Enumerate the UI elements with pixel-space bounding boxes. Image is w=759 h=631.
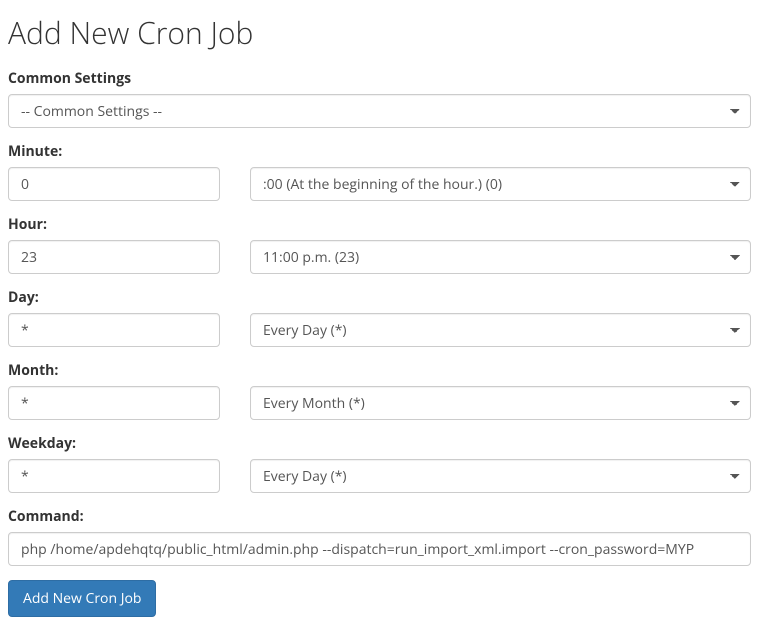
month-input[interactable] [8,386,220,420]
weekday-preset-select[interactable]: Every Day (*) [250,459,751,493]
day-label: Day: [8,288,751,307]
add-cron-job-button[interactable]: Add New Cron Job [8,580,156,617]
minute-input[interactable] [8,167,220,201]
command-input[interactable] [8,532,751,566]
month-preset-select[interactable]: Every Month (*) [250,386,751,420]
day-input[interactable] [8,313,220,347]
common-settings-label: Common Settings [8,69,751,88]
command-label: Command: [8,507,751,526]
common-settings-select[interactable]: -- Common Settings -- [8,94,751,128]
weekday-label: Weekday: [8,434,751,453]
hour-label: Hour: [8,215,751,234]
month-label: Month: [8,361,751,380]
page-title: Add New Cron Job [8,12,751,53]
hour-input[interactable] [8,240,220,274]
day-preset-select[interactable]: Every Day (*) [250,313,751,347]
minute-label: Minute: [8,142,751,161]
weekday-input[interactable] [8,459,220,493]
hour-preset-select[interactable]: 11:00 p.m. (23) [250,240,751,274]
minute-preset-select[interactable]: :00 (At the beginning of the hour.) (0) [250,167,751,201]
